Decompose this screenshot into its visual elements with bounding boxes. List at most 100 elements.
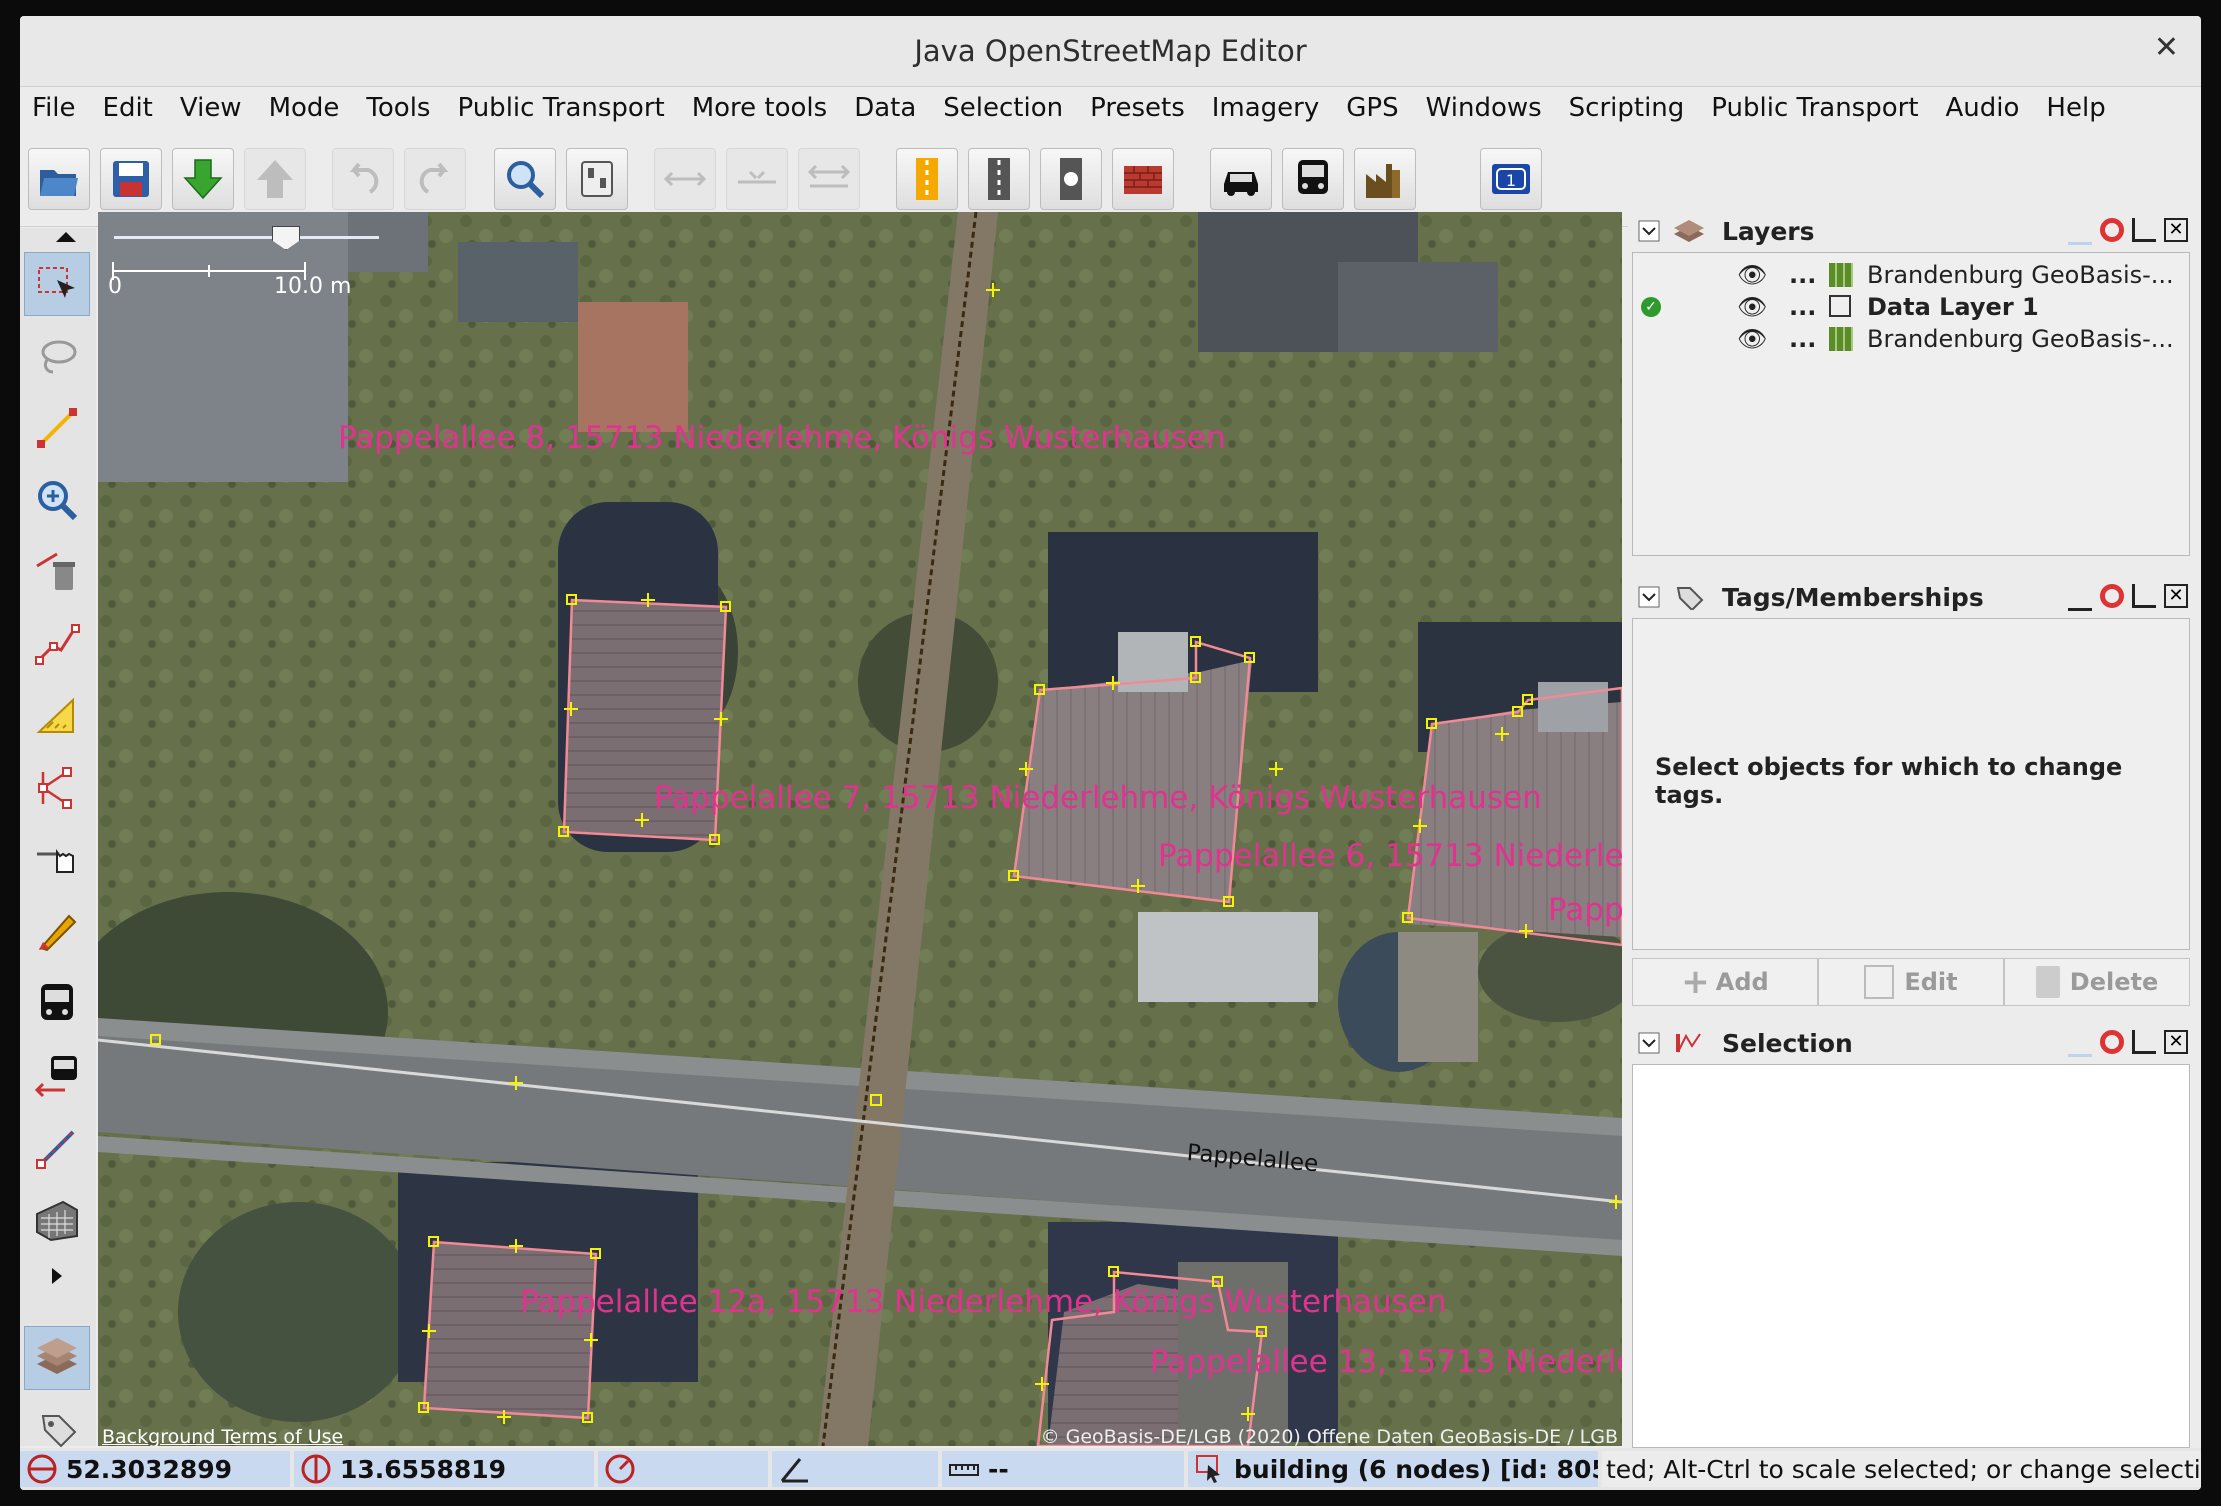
extrude-tool[interactable] [24,756,90,820]
close-panel-icon[interactable]: ✕ [2164,584,2188,608]
menu-view[interactable]: View [180,93,242,123]
help-icon[interactable] [2100,218,2124,242]
parallel-tool[interactable] [24,684,90,748]
delete-button[interactable]: Delete [2004,958,2190,1006]
zoom-icon[interactable] [494,148,556,210]
bus-icon[interactable] [1282,148,1344,210]
menu-gps[interactable]: GPS [1346,93,1398,123]
show-icon[interactable] [2068,584,2092,611]
download-icon[interactable] [172,148,234,210]
edit-icon [1864,965,1895,999]
improve-way-tool[interactable] [24,612,90,676]
menu-help[interactable]: Help [2046,93,2105,123]
zoom-slider-thumb[interactable] [272,226,300,250]
expand-icon[interactable] [52,1268,62,1284]
highway-grey-icon[interactable] [968,148,1030,210]
menu-data[interactable]: Data [854,93,916,123]
close-panel-icon[interactable]: ✕ [2164,218,2188,242]
show-icon[interactable] [2068,218,2092,245]
undock-icon[interactable] [2132,584,2156,608]
industrial-icon[interactable] [1354,148,1416,210]
menu-public-transport-2[interactable]: Public Transport [1711,93,1918,123]
selection-panel-header[interactable]: Selection ✕ [1632,1024,2192,1062]
menu-public-transport[interactable]: Public Transport [457,93,664,123]
zoom-slider-track[interactable] [114,236,379,239]
wall-icon[interactable] [1112,148,1174,210]
menu-windows[interactable]: Windows [1426,93,1542,123]
layers-list[interactable]: 👁 ... Brandenburg GeoBasis-... ✓ 👁 ... D… [1632,252,2190,556]
sketch-tool[interactable] [24,900,90,964]
eye-icon[interactable]: 👁 [1737,293,1767,321]
eye-icon[interactable]: 👁 [1737,325,1767,353]
scroll-up-icon[interactable] [56,232,76,242]
background-terms-link[interactable]: Background Terms of Use [102,1426,343,1446]
select-tool[interactable] [24,252,90,316]
layer-opacity[interactable]: ... [1789,293,1816,321]
layers-icon [1674,220,1704,242]
car-icon[interactable] [1210,148,1272,210]
address-label: Pappelallee 7, 15713 Niederlehme, Königs… [654,780,1542,816]
menu-mode[interactable]: Mode [269,93,340,123]
window-title: Java OpenStreetMap Editor [914,34,1307,68]
undo-icon[interactable] [332,148,394,210]
add-button[interactable]: + Add [1632,958,1818,1006]
collapse-icon[interactable] [1638,220,1660,242]
route-shield-icon[interactable]: 1 [1480,148,1542,210]
menu-edit[interactable]: Edit [103,93,153,123]
tags-panel-header[interactable]: Tags/Memberships ✕ [1632,578,2192,616]
highway-yellow-icon[interactable] [896,148,958,210]
measure-tool[interactable] [24,1116,90,1180]
close-panel-icon[interactable]: ✕ [2164,1030,2188,1054]
zoom-tool[interactable] [24,468,90,532]
public-transport-tool[interactable] [24,1044,90,1108]
menu-imagery[interactable]: Imagery [1212,93,1320,123]
help-icon[interactable] [2100,584,2124,608]
menu-selection[interactable]: Selection [943,93,1063,123]
preferences-icon[interactable] [566,148,628,210]
menu-tools[interactable]: Tools [366,93,430,123]
latitude-value: 52.3032899 [66,1454,233,1484]
delete-tool[interactable] [24,540,90,604]
layer-row[interactable]: ✓ 👁 ... Data Layer 1 [1633,291,2189,323]
layer-opacity[interactable]: ... [1789,261,1816,289]
edit-button[interactable]: Edit [1818,958,2004,1006]
draw-tool[interactable] [24,396,90,460]
bus-stop-tool[interactable] [24,972,90,1036]
show-icon[interactable] [2068,1030,2092,1057]
align-icon[interactable] [654,148,716,210]
menu-presets[interactable]: Presets [1090,93,1185,123]
tags-table[interactable]: Select objects for which to change tags. [1632,618,2190,950]
undock-icon[interactable] [2132,1030,2156,1054]
lasso-tool[interactable] [24,324,90,388]
layer-row[interactable]: 👁 ... Brandenburg GeoBasis-... [1633,323,2189,355]
help-icon[interactable] [2100,1030,2124,1054]
layer-row[interactable]: 👁 ... Brandenburg GeoBasis-... [1633,259,2189,291]
layers-toggle[interactable] [24,1326,90,1390]
map-view[interactable]: 0 10.0 m Pappelallee 8, 15713 Niederlehm… [98,212,1622,1446]
menu-audio[interactable]: Audio [1946,93,2020,123]
menu-scripting[interactable]: Scripting [1569,93,1685,123]
layer-opacity[interactable]: ... [1789,325,1816,353]
collapse-icon[interactable] [1638,1032,1660,1054]
save-icon[interactable] [100,148,162,210]
aerial-imagery [98,212,1622,1446]
address-label: Pappelallee 8, 15713 Niederlehme, Königs… [338,420,1226,456]
undock-icon[interactable] [2132,218,2156,242]
open-icon[interactable] [28,148,90,210]
collapse-icon[interactable] [1638,586,1660,608]
menu-more-tools[interactable]: More tools [692,93,828,123]
split-icon[interactable] [798,148,860,210]
menu-file[interactable]: File [32,93,76,123]
upload-icon[interactable] [244,148,306,210]
building-tool[interactable] [24,1188,90,1252]
merge-icon[interactable] [726,148,788,210]
redo-icon[interactable] [404,148,466,210]
close-icon[interactable]: ✕ [2154,30,2179,65]
help-text: ted; Alt-Ctrl to scale selected; or chan… [1606,1454,2201,1484]
layers-panel-header[interactable]: Layers ✕ [1632,212,2192,250]
eye-icon[interactable]: 👁 [1737,261,1767,289]
selection-list[interactable] [1632,1064,2190,1448]
highway-node-icon[interactable] [1040,148,1102,210]
pan-tool[interactable] [24,828,90,892]
title-bar: Java OpenStreetMap Editor ✕ [20,16,2201,87]
